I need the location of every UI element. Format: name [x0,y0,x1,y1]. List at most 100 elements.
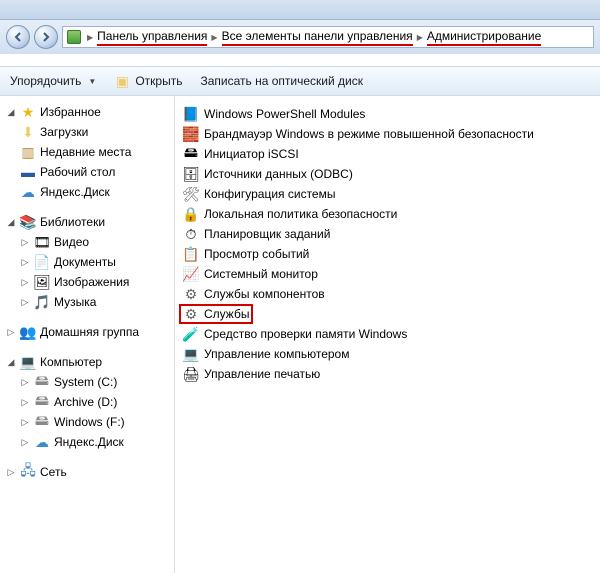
item-label: Системный монитор [204,267,318,281]
tree-item-drive-d[interactable]: ▷ 🖴 Archive (D:) [0,392,174,412]
tree-item-label: Изображения [54,275,129,289]
computer-mgmt-icon: 💻 [183,346,199,362]
open-button[interactable]: ▣ Открыть [114,73,182,89]
list-item-services[interactable]: ⚙ Службы [179,304,253,324]
collapse-icon[interactable]: ◢ [6,357,16,367]
location-icon [67,30,81,44]
burn-button[interactable]: Записать на оптический диск [200,74,363,88]
tree-group-network: ▷ 🖧 Сеть [0,462,174,482]
list-item[interactable]: 📋 Просмотр событий [179,244,596,264]
list-item[interactable]: 💻Управление компьютером [179,344,596,364]
expand-icon[interactable]: ▷ [20,277,30,287]
tree-label: Избранное [40,105,101,119]
breadcrumb-seg-3[interactable]: Администрирование [427,29,541,46]
chevron-down-icon: ▼ [88,77,96,86]
tree-header-homegroup[interactable]: ▷ 👥 Домашняя группа [0,322,174,342]
tree-item-videos[interactable]: ▷ 🎞 Видео [0,232,174,252]
forward-button[interactable] [34,25,58,49]
tree-item-label: Рабочий стол [40,165,115,179]
list-item[interactable]: 🖨 Управление печатью [179,364,596,384]
tree-item-documents[interactable]: ▷ 📄 Документы [0,252,174,272]
cloud-icon: ☁ [34,434,50,450]
collapse-icon[interactable]: ◢ [6,107,16,117]
tree-item-drive-f[interactable]: ▷ 🖴 Windows (F:) [0,412,174,432]
expand-icon[interactable]: ▷ [20,377,30,387]
folder-open-icon: ▣ [114,73,130,89]
list-item[interactable]: 🧪Средство проверки памяти Windows [179,324,596,344]
pictures-icon: 🖼 [34,274,50,290]
network-icon: 🖧 [20,464,36,480]
tree-item-label: Яндекс.Диск [40,185,110,199]
list-item[interactable]: 📈Системный монитор [179,264,596,284]
item-label: Управление печатью [204,367,320,381]
odbc-icon: 🗄 [183,166,199,182]
item-label: Брандмауэр Windows в режиме повышенной б… [204,127,534,141]
item-label: Windows PowerShell Modules [204,107,365,121]
tree-group-computer: ◢ 💻 Компьютер ▷ 🖴 System (C:) ▷ 🖴 Archiv… [0,352,174,452]
list-item[interactable]: 🔒Локальная политика безопасности [179,204,596,224]
tree-header-computer[interactable]: ◢ 💻 Компьютер [0,352,174,372]
back-button[interactable] [6,25,30,49]
expand-icon[interactable]: ▷ [20,437,30,447]
tree-item-pictures[interactable]: ▷ 🖼 Изображения [0,272,174,292]
list-item[interactable]: 📘Windows PowerShell Modules [179,104,596,124]
item-label: Службы [204,307,249,321]
iscsi-icon: 🖴 [183,146,199,162]
tree-item-label: Музыка [54,295,96,309]
tree-header-favorites[interactable]: ◢ ★ Избранное [0,102,174,122]
tree-item-music[interactable]: ▷ 🎵 Музыка [0,292,174,312]
tree-item-yandex[interactable]: ☁ Яндекс.Диск [0,182,174,202]
tree-item-label: Документы [54,255,116,269]
item-label: Просмотр событий [204,247,309,261]
tree-group-favorites: ◢ ★ Избранное ⬇ Загрузки ▥ Недавние мест… [0,102,174,202]
tree-group-libraries: ◢ 📚 Библиотеки ▷ 🎞 Видео ▷ 📄 Документы ▷… [0,212,174,312]
toolbar-label: Открыть [135,74,182,88]
expand-icon[interactable]: ▷ [20,257,30,267]
list-item[interactable]: 🧱Брандмауэр Windows в режиме повышенной … [179,124,596,144]
tree-item-yandex-drive[interactable]: ▷ ☁ Яндекс.Диск [0,432,174,452]
print-mgmt-icon: 🖨 [183,366,199,382]
list-item[interactable]: 🖴 Инициатор iSCSI [179,144,596,164]
tree-item-downloads[interactable]: ⬇ Загрузки [0,122,174,142]
tree-item-recent[interactable]: ▥ Недавние места [0,142,174,162]
expand-icon[interactable]: ▷ [6,327,16,337]
list-item[interactable]: 🛠 Конфигурация системы [179,184,596,204]
tree-item-drive-c[interactable]: ▷ 🖴 System (C:) [0,372,174,392]
item-label: Службы компонентов [204,287,325,301]
msconfig-icon: 🛠 [183,186,199,202]
item-label: Источники данных (ODBC) [204,167,353,181]
services-icon: ⚙ [183,306,199,322]
toolbar-label: Записать на оптический диск [200,74,363,88]
tree-label: Сеть [40,465,67,479]
tree-header-network[interactable]: ▷ 🖧 Сеть [0,462,174,482]
music-icon: 🎵 [34,294,50,310]
arrow-left-icon [13,32,23,42]
list-item[interactable]: ⚙Службы компонентов [179,284,596,304]
breadcrumb-seg-2[interactable]: Все элементы панели управления [222,29,413,46]
breadcrumb-seg-1[interactable]: Панель управления [97,29,207,46]
toolbar: Упорядочить ▼ ▣ Открыть Записать на опти… [0,66,600,96]
item-label: Конфигурация системы [204,187,335,201]
tree-item-desktop[interactable]: ▬ Рабочий стол [0,162,174,182]
tree-item-label: Windows (F:) [54,415,125,429]
tree-label: Домашняя группа [40,325,139,339]
expand-icon[interactable]: ▷ [20,237,30,247]
event-viewer-icon: 📋 [183,246,199,262]
libraries-icon: 📚 [20,214,36,230]
expand-icon[interactable]: ▷ [20,397,30,407]
expand-icon[interactable]: ▷ [6,467,16,477]
collapse-icon[interactable]: ◢ [6,217,16,227]
tree-label: Компьютер [40,355,102,369]
address-bar[interactable]: ▶ Панель управления ▶ Все элементы панел… [62,26,594,48]
item-label: Инициатор iSCSI [204,147,299,161]
toolbar-label: Упорядочить [10,74,81,88]
document-icon: 📄 [34,254,50,270]
list-item[interactable]: 🗄 Источники данных (ODBC) [179,164,596,184]
tree-group-homegroup: ▷ 👥 Домашняя группа [0,322,174,342]
expand-icon[interactable]: ▷ [20,417,30,427]
expand-icon[interactable]: ▷ [20,297,30,307]
list-item[interactable]: ⏱Планировщик заданий [179,224,596,244]
organize-button[interactable]: Упорядочить ▼ [10,74,96,88]
tree-header-libraries[interactable]: ◢ 📚 Библиотеки [0,212,174,232]
scheduler-icon: ⏱ [183,226,199,242]
